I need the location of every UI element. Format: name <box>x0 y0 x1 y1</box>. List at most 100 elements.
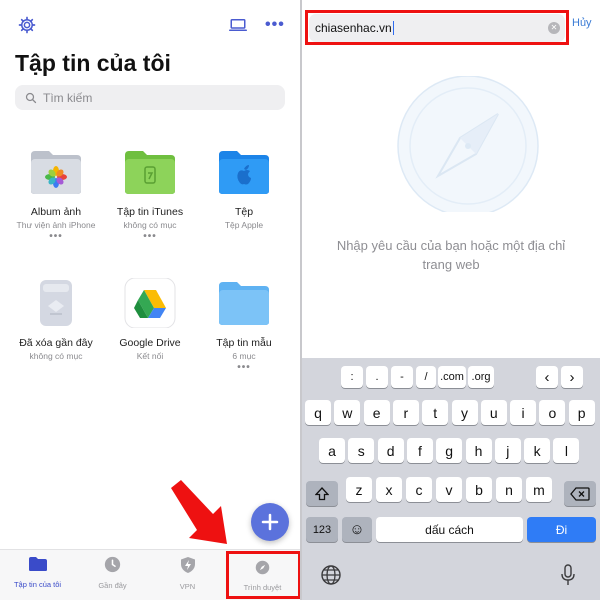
key-dot-org[interactable]: .org <box>468 366 494 388</box>
key-r[interactable]: r <box>392 400 419 425</box>
globe-icon[interactable] <box>320 564 342 591</box>
shield-icon <box>180 557 195 573</box>
key-dot-com[interactable]: .com <box>438 366 466 388</box>
search-placeholder: Tìm kiếm <box>43 90 93 105</box>
clock-icon <box>104 556 121 573</box>
location-name: Tệp <box>234 206 254 218</box>
emoji-icon[interactable]: ☺ <box>342 517 372 542</box>
backspace-icon <box>570 486 590 501</box>
annotation-highlight-box <box>226 551 300 599</box>
folder-icon <box>216 278 272 328</box>
add-button[interactable] <box>251 503 289 541</box>
key-c[interactable]: c <box>406 477 432 502</box>
key-p[interactable]: p <box>568 400 595 425</box>
annotation-arrow-icon <box>165 480 237 553</box>
location-name: Google Drive <box>119 337 181 349</box>
search-icon <box>25 92 37 103</box>
location-sample-files[interactable]: Tập tin mẫu 6 mục ••• <box>194 278 294 373</box>
tab-my-files[interactable]: Tập tin của tôi <box>0 556 75 589</box>
browser-screen: chiasenhac.vn ✕ Hủy Nhập yêu cầu của bạn… <box>302 0 600 600</box>
key-d[interactable]: d <box>377 438 404 463</box>
microphone-icon[interactable] <box>560 563 576 592</box>
search-bar[interactable]: Tìm kiếm <box>15 85 285 110</box>
on-screen-keyboard: : . - / .com .org ‹ › qwertyuiop asdfghj… <box>302 358 600 600</box>
key-colon[interactable]: : <box>341 366 363 388</box>
key-n[interactable]: n <box>496 477 522 502</box>
key-z[interactable]: z <box>346 477 372 502</box>
numbers-key[interactable]: 123 <box>306 517 338 542</box>
key-a[interactable]: a <box>319 438 345 463</box>
location-itunes[interactable]: Tập tin iTunes không có mục ••• <box>100 147 200 242</box>
location-subtitle: 6 mục <box>232 351 256 361</box>
annotation-highlight-box <box>305 10 569 45</box>
empty-state-line: trang web <box>422 257 480 272</box>
key-prev-icon[interactable]: ‹ <box>536 366 558 388</box>
location-recently-deleted[interactable]: Đã xóa gần đây không có mục <box>6 278 106 361</box>
location-subtitle: Thư viện ảnh iPhone <box>16 220 96 230</box>
location-more-icon[interactable]: ••• <box>6 232 106 242</box>
key-h[interactable]: h <box>465 438 492 463</box>
compass-illustration-icon <box>380 75 556 217</box>
shift-icon <box>315 486 329 500</box>
plus-icon <box>261 513 279 531</box>
location-album[interactable]: Album ảnh Thư viện ảnh iPhone ••• <box>6 147 106 242</box>
key-k[interactable]: k <box>524 438 551 463</box>
tab-label: Tập tin của tôi <box>13 580 62 589</box>
key-q[interactable]: q <box>305 400 331 425</box>
shift-key[interactable] <box>306 481 338 506</box>
page-title: Tập tin của tôi <box>15 50 171 76</box>
location-subtitle: Kết nối <box>136 351 164 361</box>
itunes-folder-icon <box>122 147 178 197</box>
empty-state-line: Nhập yêu cầu của bạn hoặc một địa chỉ <box>336 238 566 253</box>
photos-folder-icon <box>28 147 84 197</box>
location-name: Album ảnh <box>30 206 82 218</box>
key-i[interactable]: i <box>510 400 537 425</box>
key-g[interactable]: g <box>436 438 463 463</box>
key-s[interactable]: s <box>348 438 375 463</box>
key-y[interactable]: y <box>451 400 478 425</box>
location-more-icon[interactable]: ••• <box>100 232 200 242</box>
go-key[interactable]: Đi <box>527 517 596 542</box>
location-more-icon[interactable]: ••• <box>194 363 294 373</box>
tab-label: VPN <box>179 582 196 591</box>
cancel-button[interactable]: Hủy <box>572 17 592 29</box>
key-e[interactable]: e <box>363 400 390 425</box>
empty-state-message: Nhập yêu cầu của bạn hoặc một địa chỉ tr… <box>317 236 585 274</box>
files-app-screen: ••• Tập tin của tôi Tìm kiếm Album ảnh T… <box>0 0 300 600</box>
key-u[interactable]: u <box>480 400 507 425</box>
google-drive-icon <box>122 277 178 329</box>
location-name: Đã xóa gần đây <box>19 337 93 349</box>
location-name: Tập tin mẫu <box>216 337 272 349</box>
key-period[interactable]: . <box>366 366 388 388</box>
backspace-key[interactable] <box>564 481 596 506</box>
location-subtitle: không có mục <box>123 220 177 230</box>
key-o[interactable]: o <box>539 400 566 425</box>
settings-gear-icon[interactable] <box>18 16 36 39</box>
space-key[interactable]: dấu cách <box>376 517 523 542</box>
key-f[interactable]: f <box>406 438 433 463</box>
trash-icon <box>28 278 84 328</box>
key-b[interactable]: b <box>466 477 492 502</box>
key-t[interactable]: t <box>422 400 449 425</box>
location-subtitle: Tệp Apple <box>224 220 264 230</box>
key-l[interactable]: l <box>553 438 580 463</box>
key-x[interactable]: x <box>376 477 402 502</box>
laptop-icon[interactable] <box>229 18 247 37</box>
key-next-icon[interactable]: › <box>561 366 583 388</box>
tab-vpn[interactable]: VPN <box>150 556 225 591</box>
key-v[interactable]: v <box>436 477 462 502</box>
tab-recent[interactable]: Gần đây <box>75 556 150 590</box>
key-m[interactable]: m <box>526 477 552 502</box>
tab-label: Gần đây <box>98 581 127 590</box>
apple-folder-icon <box>216 147 272 197</box>
location-subtitle: không có mục <box>29 351 83 361</box>
more-options-icon[interactable]: ••• <box>265 16 285 34</box>
key-j[interactable]: j <box>494 438 521 463</box>
location-name: Tập tin iTunes <box>116 206 184 218</box>
key-slash[interactable]: / <box>416 366 436 388</box>
key-dash[interactable]: - <box>391 366 413 388</box>
location-google-drive[interactable]: Google Drive Kết nối <box>100 277 200 361</box>
location-files[interactable]: Tệp Tệp Apple <box>194 147 294 230</box>
key-w[interactable]: w <box>334 400 361 425</box>
folder-icon <box>28 557 47 571</box>
